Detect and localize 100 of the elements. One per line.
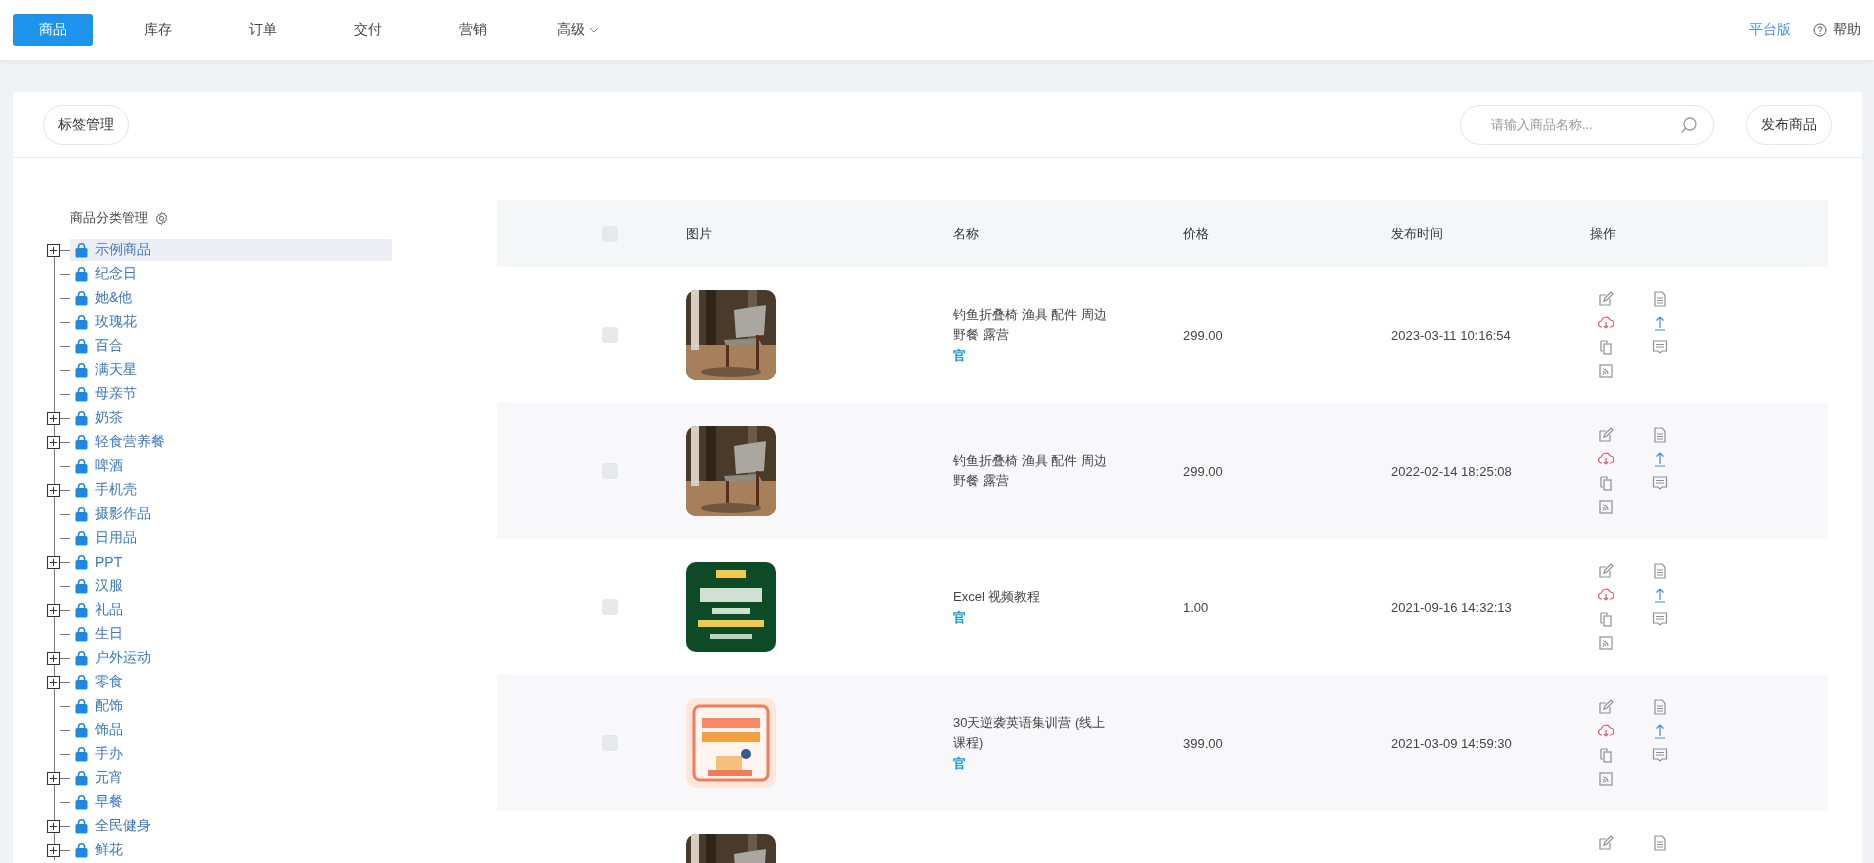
document-icon[interactable] bbox=[1652, 699, 1668, 715]
category-item[interactable]: 生日 bbox=[70, 623, 392, 645]
cloud-download-icon[interactable] bbox=[1598, 723, 1614, 739]
category-item[interactable]: 手机壳 bbox=[70, 479, 392, 501]
rss-icon[interactable] bbox=[1598, 499, 1614, 515]
category-item[interactable]: 百合 bbox=[70, 335, 392, 357]
column-header: 价格 bbox=[1183, 224, 1210, 243]
official-label: 官 bbox=[953, 609, 966, 627]
cloud-download-icon[interactable] bbox=[1598, 451, 1614, 467]
upload-icon[interactable] bbox=[1652, 451, 1668, 467]
category-item[interactable]: 配饰 bbox=[70, 695, 392, 717]
comment-icon[interactable] bbox=[1652, 339, 1668, 355]
document-icon[interactable] bbox=[1652, 563, 1668, 579]
edit-icon[interactable] bbox=[1598, 563, 1614, 579]
expand-icon[interactable] bbox=[47, 675, 60, 689]
shopping-bag-icon bbox=[74, 650, 89, 666]
comment-icon[interactable] bbox=[1652, 747, 1668, 763]
nav-tab[interactable]: 高级 bbox=[538, 14, 618, 46]
category-item[interactable]: 啤酒 bbox=[70, 455, 392, 477]
price-cell: 299.00 bbox=[1183, 464, 1223, 479]
category-item[interactable]: 零食 bbox=[70, 671, 392, 693]
document-icon[interactable] bbox=[1652, 427, 1668, 443]
nav-tab[interactable]: 商品 bbox=[13, 14, 93, 46]
row-checkbox[interactable] bbox=[602, 599, 618, 615]
category-item[interactable]: 元宵 bbox=[70, 767, 392, 789]
shopping-bag-icon bbox=[74, 842, 89, 858]
comment-icon[interactable] bbox=[1652, 475, 1668, 491]
edit-icon[interactable] bbox=[1598, 291, 1614, 307]
upload-icon[interactable] bbox=[1652, 587, 1668, 603]
category-item[interactable]: 轻食营养餐 bbox=[70, 431, 392, 453]
category-item[interactable]: 示例商品 bbox=[70, 239, 392, 261]
expand-icon[interactable] bbox=[47, 411, 60, 425]
copy-icon[interactable] bbox=[1598, 747, 1614, 763]
upload-icon[interactable] bbox=[1652, 723, 1668, 739]
rss-icon[interactable] bbox=[1598, 363, 1614, 379]
nav-tab[interactable]: 交付 bbox=[328, 14, 408, 46]
row-checkbox[interactable] bbox=[602, 327, 618, 343]
edit-icon[interactable] bbox=[1598, 835, 1614, 851]
expand-icon[interactable] bbox=[47, 555, 60, 569]
expand-icon[interactable] bbox=[47, 483, 60, 497]
category-item[interactable]: 母亲节 bbox=[70, 383, 392, 405]
copy-icon[interactable] bbox=[1598, 611, 1614, 627]
shopping-bag-icon bbox=[74, 626, 89, 642]
publish-product-button[interactable]: 发布商品 bbox=[1746, 104, 1832, 145]
category-item[interactable]: 礼品 bbox=[70, 599, 392, 621]
publish-time-cell: 2021-09-16 14:32:13 bbox=[1391, 600, 1512, 615]
nav-tab[interactable]: 营销 bbox=[433, 14, 513, 46]
category-item[interactable]: PPT bbox=[70, 551, 392, 573]
tree-title: 商品分类管理 bbox=[70, 209, 148, 227]
search-icon[interactable] bbox=[1680, 115, 1698, 134]
comment-icon[interactable] bbox=[1652, 611, 1668, 627]
cloud-download-icon[interactable] bbox=[1598, 587, 1614, 603]
shopping-bag-icon bbox=[74, 410, 89, 426]
nav-tab[interactable]: 订单 bbox=[223, 14, 303, 46]
category-item[interactable]: 手办 bbox=[70, 743, 392, 765]
search-field[interactable]: 请输入商品名称... bbox=[1460, 104, 1714, 145]
category-item[interactable]: 纪念日 bbox=[70, 263, 392, 285]
expand-icon[interactable] bbox=[47, 243, 60, 257]
edit-icon[interactable] bbox=[1598, 699, 1614, 715]
official-label: 官 bbox=[953, 347, 966, 365]
platform-link[interactable]: 平台版 bbox=[1749, 21, 1791, 39]
nav-tab[interactable]: 库存 bbox=[118, 14, 198, 46]
category-item[interactable]: 鲜花 bbox=[70, 839, 392, 861]
copy-icon[interactable] bbox=[1598, 339, 1614, 355]
rss-icon[interactable] bbox=[1598, 771, 1614, 787]
price-cell: 1.00 bbox=[1183, 600, 1209, 615]
document-icon[interactable] bbox=[1652, 291, 1668, 307]
category-item[interactable]: 饰品 bbox=[70, 719, 392, 741]
shopping-bag-icon bbox=[74, 458, 89, 474]
category-item[interactable]: 满天星 bbox=[70, 359, 392, 381]
shopping-bag-icon bbox=[74, 362, 89, 378]
category-item[interactable]: 户外运动 bbox=[70, 647, 392, 669]
expand-icon[interactable] bbox=[47, 651, 60, 665]
shopping-bag-icon bbox=[74, 602, 89, 618]
upload-icon[interactable] bbox=[1652, 315, 1668, 331]
category-item[interactable]: 日用品 bbox=[70, 527, 392, 549]
shopping-bag-icon bbox=[74, 722, 89, 738]
settings-icon[interactable] bbox=[154, 210, 169, 226]
copy-icon[interactable] bbox=[1598, 475, 1614, 491]
edit-icon[interactable] bbox=[1598, 427, 1614, 443]
category-item[interactable]: 汉服 bbox=[70, 575, 392, 597]
rss-icon[interactable] bbox=[1598, 635, 1614, 651]
cloud-download-icon[interactable] bbox=[1598, 315, 1614, 331]
expand-icon[interactable] bbox=[47, 819, 60, 833]
category-item[interactable]: 摄影作品 bbox=[70, 503, 392, 525]
expand-icon[interactable] bbox=[47, 603, 60, 617]
category-item[interactable]: 她&他 bbox=[70, 287, 392, 309]
document-icon[interactable] bbox=[1652, 835, 1668, 851]
shopping-bag-icon bbox=[74, 674, 89, 690]
category-item[interactable]: 玫瑰花 bbox=[70, 311, 392, 333]
shopping-bag-icon bbox=[74, 266, 89, 282]
tag-management-button[interactable]: 标签管理 bbox=[43, 104, 129, 145]
category-item[interactable]: 奶茶 bbox=[70, 407, 392, 429]
expand-icon[interactable] bbox=[47, 771, 60, 785]
help-link[interactable]: 帮助 bbox=[1833, 21, 1861, 39]
price-cell: 299.00 bbox=[1183, 328, 1223, 343]
category-item[interactable]: 全民健身 bbox=[70, 815, 392, 837]
expand-icon[interactable] bbox=[47, 843, 60, 857]
category-item[interactable]: 早餐 bbox=[70, 791, 392, 813]
expand-icon[interactable] bbox=[47, 435, 60, 449]
